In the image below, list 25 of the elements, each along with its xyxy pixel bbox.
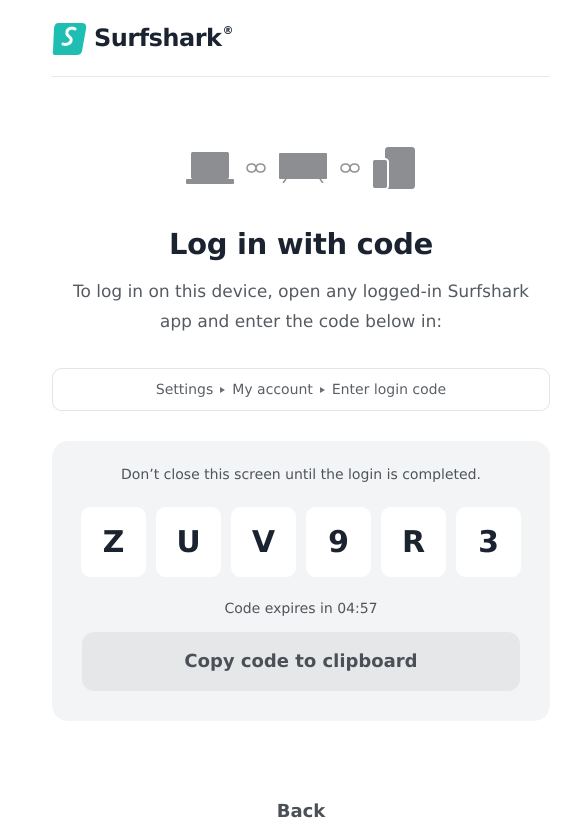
code-character: Z [81, 507, 146, 577]
tv-icon [278, 153, 328, 183]
code-character: V [231, 507, 296, 577]
code-character: U [156, 507, 221, 577]
laptop-icon [186, 152, 234, 184]
path-step: My account [232, 382, 313, 398]
brand-name: Surfshark [94, 24, 222, 52]
path-step: Settings [156, 382, 214, 398]
page-title: Log in with code [168, 227, 434, 261]
link-icon [340, 163, 360, 173]
code-character: R [381, 507, 446, 577]
link-icon [246, 163, 266, 173]
arrow-icon [320, 386, 325, 392]
path-step: Enter login code [332, 382, 446, 398]
code-character: 9 [306, 507, 371, 577]
notice-text: Don’t close this screen until the login is completed. [121, 467, 481, 483]
arrow-icon [220, 386, 226, 392]
phone-and-tablet-icon [372, 147, 416, 189]
logo-icon [52, 20, 88, 56]
code-character: 3 [456, 507, 521, 577]
back-link[interactable]: Back [276, 801, 326, 822]
registered-mark: ® [222, 24, 234, 37]
expiry-text: Code expires in 04:57 [224, 601, 378, 617]
instructions-text: To log in on this device, open any logged-in Surfshark app and enter the code below in: [72, 281, 530, 334]
copy-code-button[interactable]: Copy code to clipboard [82, 632, 520, 691]
